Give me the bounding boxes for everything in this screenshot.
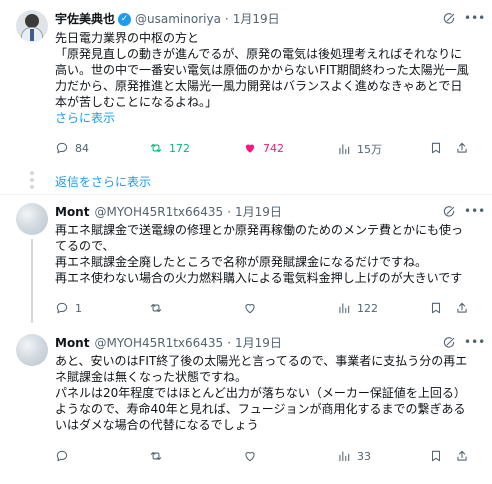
reply-button[interactable] — [55, 449, 75, 463]
bookmark-button[interactable] — [429, 141, 449, 155]
author-name[interactable]: 宇佐美典也 — [55, 11, 115, 27]
post-header: Mont @MYOH45R1tx66435 · 1月19日 — [55, 204, 282, 220]
views-count: 122 — [357, 301, 378, 315]
post-header: Mont @MYOH45R1tx66435 · 1月19日 — [55, 335, 282, 351]
avatar[interactable] — [16, 10, 48, 42]
bookmark-icon — [429, 141, 443, 155]
share-button[interactable] — [455, 301, 475, 315]
post-text-line: 力だから、原発推進と太陽光一風力開発はバランスよく進めなきゃあとで日 — [55, 79, 463, 93]
bookmark-button[interactable] — [429, 301, 449, 315]
post-text-line: ようなので、寿命40年と見れば、フュージョンが商用化するまでの繋ぎある — [55, 402, 466, 416]
post-text-line: 「原発見直しの動きが進んでるが、原発の電気は後処理考えればそれなりに — [55, 47, 463, 61]
thread-line — [31, 239, 33, 323]
thread-dot — [30, 171, 34, 175]
bookmark-icon — [429, 449, 443, 463]
more-icon[interactable]: ••• — [464, 336, 485, 350]
views-count: 15万 — [357, 143, 382, 156]
repost-button[interactable] — [149, 301, 169, 315]
post-text-line: てるので、 — [55, 239, 115, 253]
heart-icon — [243, 141, 257, 155]
repost-icon — [149, 301, 163, 315]
bookmark-button[interactable] — [429, 449, 449, 463]
heart-icon — [243, 301, 257, 315]
avatar[interactable] — [16, 334, 48, 366]
thread-dot — [30, 185, 34, 189]
show-more-replies-link[interactable]: 返信をさらに表示 — [55, 173, 151, 190]
views-icon — [337, 301, 351, 315]
post-text-line: 高い。世の中で一番安い電気は原価のかからないFIT期間終わった太陽光一風 — [55, 63, 469, 77]
repost-button[interactable] — [149, 449, 169, 463]
views-count: 33 — [357, 449, 371, 463]
author-name[interactable]: Mont — [55, 335, 89, 351]
author-handle[interactable]: @MYOH45R1tx66435 — [94, 335, 223, 351]
repost-icon — [149, 449, 163, 463]
post-text-line: ネ賦課金は無くなった状態ですね。 — [55, 370, 248, 384]
post-text-line: 再エネ賦課金で送電線の修理とか原発再稼働のためのメンテ費とかにも使っ — [55, 223, 464, 237]
share-button[interactable] — [455, 141, 475, 155]
separator: · — [224, 12, 229, 26]
reply-icon — [55, 301, 69, 315]
post-text-line: 先日電力業界の中枢の方と — [55, 31, 200, 45]
views-icon — [337, 449, 351, 463]
post-text-line: パネルは20年程度ではほとんど出力が落ちない（メーカー保証値を上回る） — [55, 386, 466, 400]
post-date[interactable]: 1月19日 — [235, 335, 282, 351]
grok-icon[interactable] — [442, 205, 456, 219]
views-icon — [337, 142, 351, 156]
repost-button[interactable]: 172 — [149, 141, 190, 155]
post-header: 宇佐美典也 ✓ @usaminoriya · 1月19日 — [55, 11, 280, 27]
like-count: 742 — [263, 141, 284, 155]
action-bar: 1 122 — [55, 301, 475, 317]
bookmark-icon — [429, 301, 443, 315]
reply-post[interactable]: Mont @MYOH45R1tx66435 · 1月19日 ••• 再エネ賦課金… — [0, 195, 492, 323]
separator: · — [227, 336, 232, 350]
like-button[interactable] — [243, 449, 263, 463]
post-date[interactable]: 1月19日 — [233, 11, 280, 27]
reply-icon — [55, 449, 69, 463]
like-button[interactable]: 742 — [243, 141, 284, 155]
reply-post[interactable]: Mont @MYOH45R1tx66435 · 1月19日 ••• あと、安いの… — [0, 326, 492, 484]
post-text-line: 再エネ使わない場合の火力燃料購入による電気料金押し上げのが大きいです — [55, 271, 463, 285]
views-button[interactable]: 33 — [337, 449, 371, 463]
author-name[interactable]: Mont — [55, 204, 89, 220]
thread-dot — [30, 178, 34, 182]
heart-icon — [243, 449, 257, 463]
verified-badge-icon: ✓ — [118, 12, 132, 26]
views-button[interactable]: 15万 — [337, 141, 382, 157]
action-bar: 84 172 742 15万 — [55, 141, 475, 157]
more-icon[interactable]: ••• — [464, 205, 485, 219]
post-text-line: 本が苦しむことになるよね。」 — [55, 95, 218, 109]
author-handle[interactable]: @MYOH45R1tx66435 — [94, 204, 223, 220]
repost-icon — [149, 141, 163, 155]
share-icon — [455, 141, 469, 155]
reply-count: 84 — [75, 141, 89, 155]
post-text: あと、安いのはFIT終了後の太陽光と言ってるので、事業者に支払う分の再エ ネ賦課… — [55, 353, 475, 433]
post-text-line: 再エネ賦課金全廃したところで名称が原発賦課金になるだけですね。 — [55, 255, 428, 269]
reply-button[interactable]: 1 — [55, 301, 82, 315]
show-more-link[interactable]: さらに表示 — [55, 110, 475, 126]
avatar[interactable] — [16, 203, 48, 235]
reply-icon — [55, 141, 69, 155]
reply-button[interactable]: 84 — [55, 141, 89, 155]
like-button[interactable] — [243, 301, 263, 315]
reply-count: 1 — [75, 301, 82, 315]
share-button[interactable] — [455, 449, 475, 463]
more-icon[interactable]: ••• — [464, 12, 485, 26]
main-post[interactable]: 宇佐美典也 ✓ @usaminoriya · 1月19日 ••• 先日電力業界の… — [0, 0, 492, 188]
share-icon — [455, 449, 469, 463]
grok-icon[interactable] — [442, 12, 456, 26]
action-bar: 33 — [55, 449, 475, 465]
post-text-line: あと、安いのはFIT終了後の太陽光と言ってるので、事業者に支払う分の再エ — [55, 354, 468, 368]
views-button[interactable]: 122 — [337, 301, 378, 315]
post-date[interactable]: 1月19日 — [235, 204, 282, 220]
author-handle[interactable]: @usaminoriya — [135, 11, 221, 27]
post-text: 先日電力業界の中枢の方と 「原発見直しの動きが進んでるが、原発の電気は後処理考え… — [55, 30, 475, 126]
share-icon — [455, 301, 469, 315]
post-text: 再エネ賦課金で送電線の修理とか原発再稼働のためのメンテ費とかにも使っ てるので、… — [55, 222, 475, 286]
separator: · — [227, 205, 232, 219]
repost-count: 172 — [169, 141, 190, 155]
post-text-line: いはダメな場合の代替になるでしょう — [55, 418, 259, 432]
grok-icon[interactable] — [442, 336, 456, 350]
